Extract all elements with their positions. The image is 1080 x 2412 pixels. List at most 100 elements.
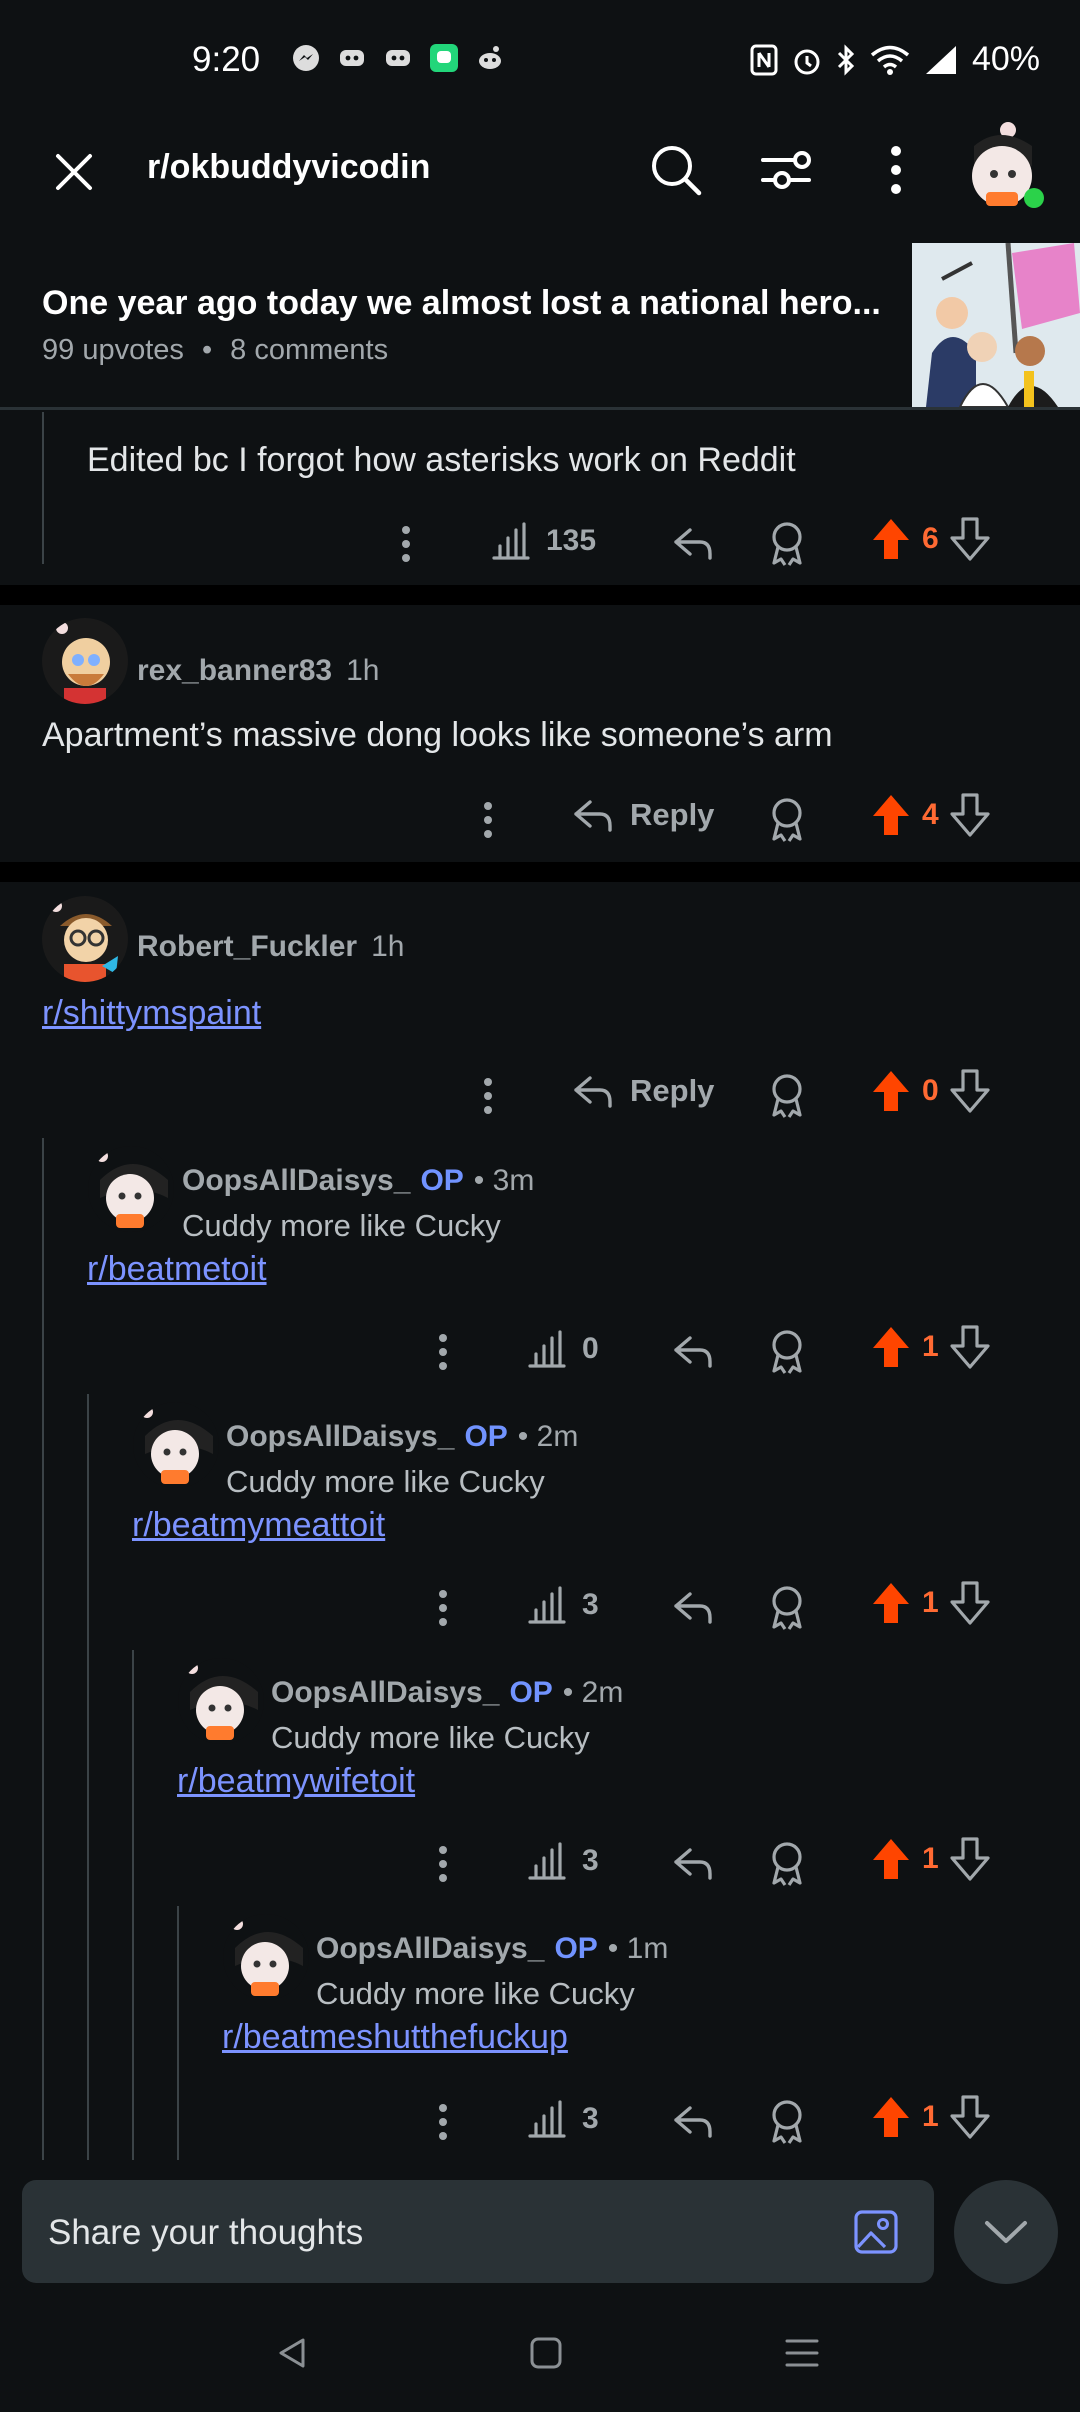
comment-header: OopsAllDaisys_ OP • 2m bbox=[226, 1420, 578, 1454]
post-thumbnail[interactable] bbox=[912, 243, 1080, 407]
reply-button[interactable] bbox=[668, 518, 718, 568]
comment-time: • 1m bbox=[607, 1932, 669, 1965]
reply-button[interactable] bbox=[668, 1838, 718, 1888]
composer-placeholder[interactable]: Share your thoughts bbox=[48, 2213, 363, 2253]
comment-more-button[interactable] bbox=[386, 520, 426, 568]
avatar[interactable] bbox=[133, 1402, 219, 1488]
comment-stats-button[interactable]: 0 bbox=[526, 1328, 599, 1370]
comment-more-button[interactable] bbox=[423, 2098, 463, 2146]
avatar[interactable] bbox=[178, 1658, 264, 1744]
downvote-icon[interactable] bbox=[949, 1580, 991, 1626]
upvote-icon[interactable] bbox=[870, 516, 912, 562]
comment-time: • 2m bbox=[517, 1420, 579, 1453]
award-icon bbox=[772, 1586, 802, 1630]
downvote-icon[interactable] bbox=[949, 516, 991, 562]
thread-line bbox=[132, 1650, 134, 2170]
avatar[interactable] bbox=[42, 618, 128, 704]
comment-header: OopsAllDaisys_ OP • 1m bbox=[316, 1932, 668, 1966]
upvote-icon[interactable] bbox=[870, 1836, 912, 1882]
vote-count: 1 bbox=[922, 1842, 939, 1875]
comment-stats-button[interactable]: 135 bbox=[490, 520, 596, 562]
stats-icon bbox=[492, 522, 530, 560]
reply-label: Reply bbox=[630, 1073, 715, 1108]
close-button[interactable] bbox=[40, 138, 108, 206]
comment-stats-button[interactable]: 3 bbox=[526, 1840, 599, 1882]
comment-username[interactable]: OopsAllDaisys_ bbox=[182, 1164, 410, 1198]
comment-stats-button[interactable]: 3 bbox=[526, 2098, 599, 2140]
profile-avatar-button[interactable] bbox=[960, 116, 1050, 212]
award-button[interactable] bbox=[762, 1068, 812, 1122]
thread-line bbox=[42, 412, 44, 564]
avatar[interactable] bbox=[223, 1914, 309, 2000]
add-image-button[interactable] bbox=[848, 2204, 904, 2260]
op-badge: OP bbox=[464, 1420, 508, 1453]
filter-button[interactable] bbox=[750, 134, 822, 206]
discord-icon bbox=[340, 50, 364, 66]
vote-controls: 1 bbox=[870, 1324, 991, 1370]
op-badge: OP bbox=[554, 1932, 598, 1965]
downvote-icon[interactable] bbox=[949, 1324, 991, 1370]
award-icon bbox=[772, 1330, 802, 1374]
reply-icon bbox=[674, 1848, 712, 1880]
reply-button[interactable]: Reply bbox=[572, 1072, 714, 1110]
subreddit-title[interactable]: r/okbuddyvicodin bbox=[147, 148, 430, 187]
vote-controls: 6 bbox=[870, 516, 991, 562]
award-button[interactable] bbox=[762, 2094, 812, 2148]
upvote-icon[interactable] bbox=[870, 1324, 912, 1370]
avatar[interactable] bbox=[42, 896, 128, 982]
award-icon bbox=[772, 522, 802, 566]
downvote-icon[interactable] bbox=[949, 1836, 991, 1882]
comment-header: rex_banner83 1h bbox=[137, 654, 380, 688]
reply-button[interactable] bbox=[668, 1326, 718, 1376]
comment-link[interactable]: r/beatmymeattoit bbox=[132, 1506, 385, 1545]
comment-link[interactable]: r/beatmeshutthefuckup bbox=[222, 2018, 568, 2057]
reply-icon bbox=[674, 1592, 712, 1624]
comment-username[interactable]: OopsAllDaisys_ bbox=[316, 1932, 544, 1966]
reply-button[interactable] bbox=[668, 1582, 718, 1632]
vote-count: 1 bbox=[922, 1330, 939, 1363]
chat-app-icon bbox=[430, 44, 458, 72]
comment-link[interactable]: r/shittymspaint bbox=[42, 994, 261, 1033]
comment-views: 3 bbox=[582, 1844, 599, 1877]
upvote-icon[interactable] bbox=[870, 1580, 912, 1626]
downvote-icon[interactable] bbox=[949, 1068, 991, 1114]
user-avatar-icon bbox=[42, 896, 128, 982]
comment-link[interactable]: r/beatmetoit bbox=[87, 1250, 267, 1289]
avatar[interactable] bbox=[88, 1146, 174, 1232]
comment-stats-button[interactable]: 3 bbox=[526, 1584, 599, 1626]
upvote-icon[interactable] bbox=[870, 1068, 912, 1114]
award-button[interactable] bbox=[762, 1580, 812, 1634]
comment-username[interactable]: OopsAllDaisys_ bbox=[226, 1420, 454, 1454]
comment-username[interactable]: Robert_Fuckler bbox=[137, 930, 357, 964]
thread-line bbox=[177, 1906, 179, 2170]
comment-more-button[interactable] bbox=[423, 1584, 463, 1632]
upvote-icon[interactable] bbox=[870, 2094, 912, 2140]
comment-link[interactable]: r/beatmywifetoit bbox=[177, 1762, 415, 1801]
comment-more-button[interactable] bbox=[423, 1328, 463, 1376]
award-button[interactable] bbox=[762, 792, 812, 846]
nav-home-button[interactable] bbox=[516, 2328, 576, 2378]
nav-recents-button[interactable] bbox=[772, 2328, 832, 2378]
reply-button[interactable]: Reply bbox=[572, 796, 714, 834]
award-button[interactable] bbox=[762, 1836, 812, 1890]
nav-back-button[interactable] bbox=[262, 2328, 322, 2378]
search-button[interactable] bbox=[640, 134, 712, 206]
comment-more-button[interactable] bbox=[423, 1840, 463, 1888]
reply-button[interactable] bbox=[668, 2096, 718, 2146]
post-title[interactable]: One year ago today we almost lost a nati… bbox=[42, 284, 882, 323]
comment-username[interactable]: OopsAllDaisys_ bbox=[271, 1676, 499, 1710]
downvote-icon[interactable] bbox=[949, 792, 991, 838]
comment-views: 3 bbox=[582, 1588, 599, 1621]
comment-username[interactable]: rex_banner83 bbox=[137, 654, 332, 688]
comment-more-button[interactable] bbox=[468, 796, 508, 844]
comment-more-button[interactable] bbox=[468, 1072, 508, 1120]
user-flair: Cuddy more like Cucky bbox=[182, 1208, 501, 1243]
award-button[interactable] bbox=[762, 516, 812, 570]
upvote-icon[interactable] bbox=[870, 792, 912, 838]
downvote-icon[interactable] bbox=[949, 2094, 991, 2140]
meta-separator: • bbox=[201, 334, 213, 366]
scroll-down-button[interactable] bbox=[954, 2180, 1058, 2284]
post-divider bbox=[0, 407, 1080, 410]
more-options-button[interactable] bbox=[860, 134, 932, 206]
award-button[interactable] bbox=[762, 1324, 812, 1378]
